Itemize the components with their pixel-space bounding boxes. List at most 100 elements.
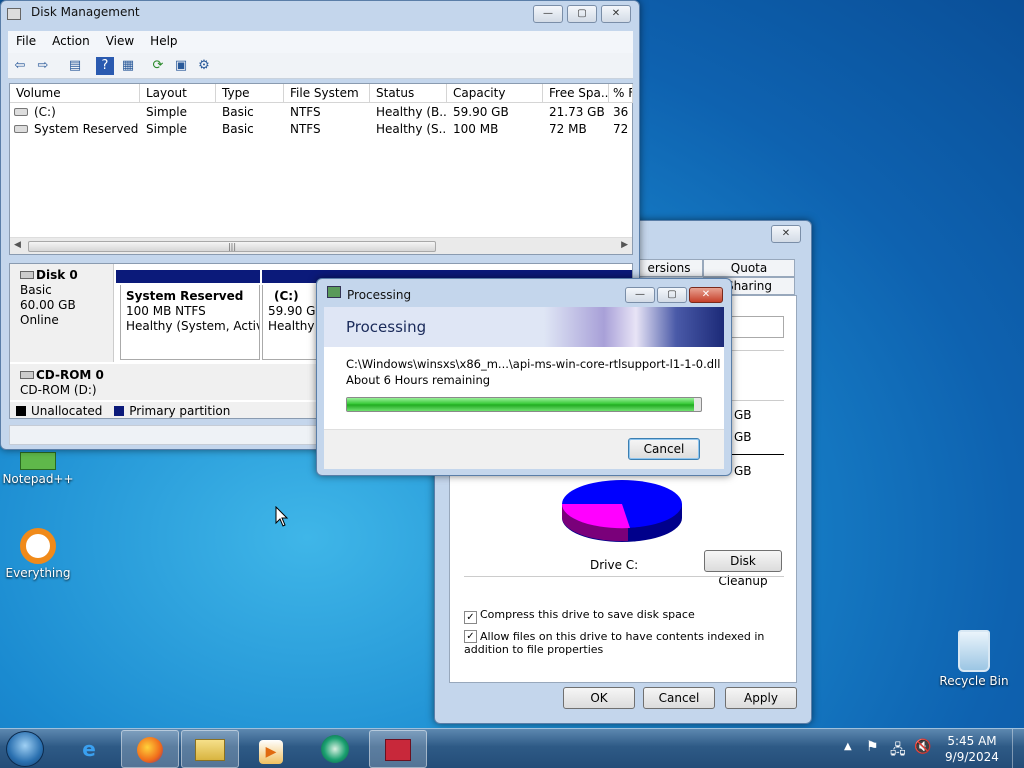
settings-icon[interactable]: ⚙ [195,57,213,75]
processing-file-path: C:\Windows\winsxs\x86_m...\api-ms-win-co… [346,357,721,371]
desktop-icon-label: Notepad++ [2,472,74,486]
partition-status: Healthy [268,319,315,333]
column-header-volume[interactable]: Volume [10,84,140,103]
legend-unallocated: Unallocated [31,404,103,418]
table-row[interactable]: (C:) Simple Basic NTFS Healthy (B... 59.… [10,104,632,121]
dialog-footer: Cancel [324,429,724,469]
free-space-unit: GB [734,430,752,444]
index-checkbox[interactable]: ✓ [464,630,477,643]
clock[interactable]: 5:45 AM 9/9/2024 [940,733,1004,765]
disk-size: 60.00 GB [20,298,76,312]
menu-action[interactable]: Action [44,31,98,51]
compress-option[interactable]: ✓ Compress this drive to save disk space [464,608,695,624]
column-header-file-system[interactable]: File System [284,84,370,103]
close-button[interactable]: ✕ [771,225,801,243]
column-header-free-space[interactable]: Free Spa... [543,84,609,103]
cell-percent-free: 72 [613,122,629,136]
column-header-capacity[interactable]: Capacity [447,84,543,103]
window-title: Disk Management [31,5,140,19]
cell-status: Healthy (S... [376,122,447,136]
partition-name: System Reserved [126,289,244,303]
rescan-icon[interactable]: ▣ [172,57,190,75]
partition-body: System Reserved 100 MB NTFS Healthy (Sys… [120,285,260,360]
start-orb-icon[interactable] [6,731,44,767]
ok-button[interactable]: OK [563,687,635,709]
table-row[interactable]: System Reserved Simple Basic NTFS Health… [10,121,632,138]
help-icon[interactable]: ? [96,57,114,75]
time-remaining: About 6 Hours remaining [346,373,491,387]
media-player-icon[interactable]: ▶ [242,730,300,768]
cell-volume: (C:) [34,105,56,119]
computer-management-icon[interactable] [369,730,427,768]
tab-quota[interactable]: Quota [703,259,795,277]
desktop-icon-recycle-bin[interactable]: Recycle Bin [938,630,1010,688]
column-header-percent-free[interactable]: % F [609,84,633,103]
action-center-flag-icon[interactable]: ⚑ [866,739,879,755]
primary-partition-swatch [114,406,125,416]
menu-bar: File Action View Help [8,31,633,53]
close-button[interactable]: ✕ [601,5,631,23]
cell-free-space: 21.73 GB [549,105,605,119]
dialog-banner: Processing [324,307,724,347]
volume-muted-icon[interactable]: 🔇 [914,739,931,755]
minimize-button[interactable]: — [625,287,655,303]
cell-layout: Simple [146,122,187,136]
cancel-button[interactable]: Cancel [643,687,715,709]
console-tree-icon[interactable]: ▤ [66,57,84,75]
disk-icon-row: Disk 0 [20,268,103,283]
scroll-right-icon[interactable]: ▶ [621,240,628,250]
disk-icon [20,271,34,279]
media-center-icon[interactable] [306,730,364,768]
compress-checkbox[interactable]: ✓ [464,611,477,624]
desktop-icon-notepadpp[interactable]: Notepad++ [2,452,74,486]
network-icon[interactable]: 🖧 [890,739,906,763]
show-desktop-button[interactable] [1012,729,1024,768]
minimize-button[interactable]: — [533,5,563,23]
column-header-status[interactable]: Status [370,84,447,103]
column-header-layout[interactable]: Layout [140,84,216,103]
recycle-bin-icon [958,630,990,672]
progress-bar [346,397,702,412]
disk-type: Basic [20,283,52,297]
usage-pie-chart [561,480,682,542]
cell-type: Basic [222,105,254,119]
dialog-heading: Processing [346,318,427,336]
cell-capacity: 59.90 GB [453,105,509,119]
scroll-left-icon[interactable]: ◀ [14,240,21,250]
show-hidden-icons-icon[interactable]: ▲ [844,741,852,752]
disk-0-label[interactable]: Disk 0 Basic 60.00 GB Online [10,264,114,362]
divider [464,576,784,577]
refresh-icon[interactable]: ⟳ [149,57,167,75]
internet-explorer-icon[interactable]: e [60,730,118,768]
cell-capacity: 100 MB [453,122,499,136]
legend-primary: Primary partition [129,404,231,418]
horizontal-scrollbar[interactable]: ◀ ||| ▶ [10,237,632,254]
back-icon[interactable]: ⇦ [11,57,29,75]
cancel-button[interactable]: Cancel [628,438,700,460]
file-explorer-icon[interactable] [181,730,239,768]
cell-free-space: 72 MB [549,122,587,136]
menu-help[interactable]: Help [142,31,185,51]
maximize-button[interactable]: ▢ [657,287,687,303]
toolbar: ⇦ ⇨ ▤? ▦ ⟳ ▣ ⚙ [8,53,633,79]
properties-icon[interactable]: ▦ [119,57,137,75]
firefox-icon[interactable] [121,730,179,768]
desktop-icon-label: Recycle Bin [939,674,1009,688]
partition-system-reserved[interactable]: System Reserved 100 MB NTFS Healthy (Sys… [116,270,260,360]
column-header-type[interactable]: Type [216,84,284,103]
scrollbar-thumb[interactable]: ||| [28,241,436,252]
maximize-button[interactable]: ▢ [567,5,597,23]
forward-icon[interactable]: ⇨ [34,57,52,75]
close-button[interactable]: ✕ [689,287,723,303]
apply-button[interactable]: Apply [725,687,797,709]
cell-file-system: NTFS [290,105,321,119]
menu-file[interactable]: File [8,31,44,51]
cell-layout: Simple [146,105,187,119]
processing-dialog: Processing — ▢ ✕ Processing C:\Windows\w… [316,278,732,476]
desktop-icon-everything[interactable]: Everything [2,528,74,580]
index-option[interactable]: ✓ Allow files on this drive to have conte… [464,630,784,656]
menu-view[interactable]: View [98,31,142,51]
disk-cleanup-button[interactable]: Disk Cleanup [704,550,782,588]
tab-previous-versions[interactable]: ersions [635,259,703,277]
notepadpp-icon [20,452,56,470]
